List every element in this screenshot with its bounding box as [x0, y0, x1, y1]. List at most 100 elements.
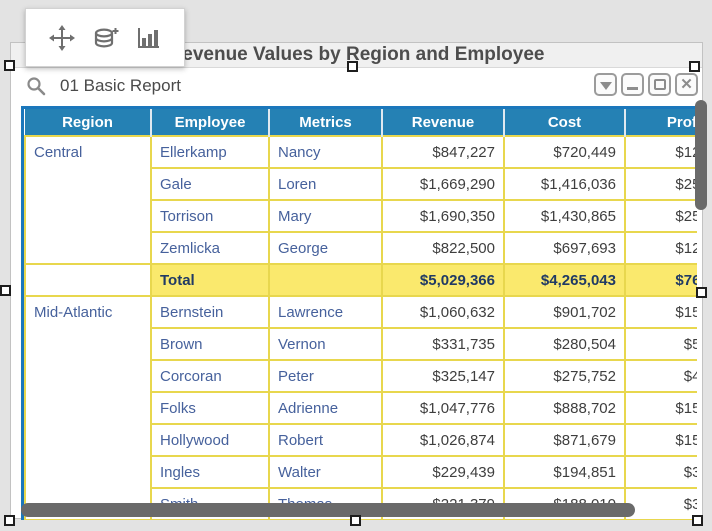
cell-employee[interactable]: Folks	[151, 392, 269, 424]
selection-handle-top-middle[interactable]	[347, 61, 358, 72]
column-header-employee[interactable]: Employee	[151, 109, 269, 136]
cell-profit[interactable]: $155,195	[625, 424, 697, 456]
cell-profit[interactable]: $33,369	[625, 488, 697, 520]
selection-handle-top-right[interactable]	[689, 61, 700, 72]
close-icon: ✕	[680, 77, 693, 92]
report-widget: Revenue Values by Region and Employee 01…	[10, 42, 703, 519]
table-row: Mid-AtlanticBernsteinLawrence$1,060,632$…	[25, 296, 697, 328]
cell-profit[interactable]: $49,395	[625, 360, 697, 392]
cell-metrics[interactable]: Peter	[269, 360, 382, 392]
minimize-button[interactable]	[621, 73, 644, 96]
report-table-viewport: Region Employee Metrics Revenue Cost Pro…	[21, 106, 697, 520]
cell-profit[interactable]: $158,930	[625, 296, 697, 328]
cell-cost[interactable]: $888,702	[504, 392, 625, 424]
cell-revenue[interactable]: $325,147	[382, 360, 504, 392]
cell-metrics[interactable]: Loren	[269, 168, 382, 200]
cell-profit[interactable]: $259,485	[625, 200, 697, 232]
maximize-button[interactable]	[648, 73, 671, 96]
cell-region[interactable]: Mid-Atlantic	[25, 296, 151, 520]
chevron-down-icon	[600, 82, 612, 90]
cell-employee[interactable]: Bernstein	[151, 296, 269, 328]
column-header-profit[interactable]: Profit	[625, 109, 697, 136]
cell-revenue[interactable]: $822,500	[382, 232, 504, 264]
cell-revenue[interactable]: $847,227	[382, 136, 504, 168]
table-row: CentralEllerkampNancy$847,227$720,449$12…	[25, 136, 697, 168]
bar-chart-icon[interactable]	[134, 24, 162, 52]
cell-metrics[interactable]: Adrienne	[269, 392, 382, 424]
cell-cost[interactable]: $720,449	[504, 136, 625, 168]
selection-handle-bottom-middle[interactable]	[350, 515, 361, 526]
cell-revenue[interactable]: $331,735	[382, 328, 504, 360]
widget-mini-toolbar	[25, 8, 185, 67]
cell-employee[interactable]: Ingles	[151, 456, 269, 488]
cell-employee[interactable]: Torrison	[151, 200, 269, 232]
column-header-cost[interactable]: Cost	[504, 109, 625, 136]
move-icon[interactable]	[48, 24, 76, 52]
minimize-icon	[627, 87, 638, 90]
column-header-region[interactable]: Region	[25, 109, 151, 136]
cell-metrics[interactable]: George	[269, 232, 382, 264]
cell-metrics[interactable]: Lawrence	[269, 296, 382, 328]
selection-handle-bottom-left[interactable]	[4, 515, 15, 526]
cell-metrics[interactable]: Robert	[269, 424, 382, 456]
window-controls: ✕	[594, 73, 698, 96]
cell-profit[interactable]: $253,254	[625, 168, 697, 200]
selection-handle-top-left[interactable]	[4, 60, 15, 71]
cell-metrics[interactable]: Mary	[269, 200, 382, 232]
report-table: Region Employee Metrics Revenue Cost Pro…	[24, 109, 697, 520]
cell-revenue[interactable]: $1,690,350	[382, 200, 504, 232]
data-source-icon[interactable]	[91, 24, 119, 52]
vertical-scrollbar[interactable]	[695, 100, 707, 210]
cell-total-profit[interactable]: $764,323	[625, 264, 697, 296]
close-button[interactable]: ✕	[675, 73, 698, 96]
cell-cost[interactable]: $275,752	[504, 360, 625, 392]
selection-handle-middle-right[interactable]	[696, 287, 707, 298]
cell-cost[interactable]: $901,702	[504, 296, 625, 328]
dropdown-button[interactable]	[594, 73, 617, 96]
cell-profit[interactable]: $51,231	[625, 328, 697, 360]
cell-region[interactable]: Central	[25, 136, 151, 264]
cell-metrics[interactable]: Walter	[269, 456, 382, 488]
selection-handle-bottom-right[interactable]	[692, 515, 703, 526]
cell-cost[interactable]: $194,851	[504, 456, 625, 488]
cell-revenue[interactable]: $229,439	[382, 456, 504, 488]
cell-profit[interactable]: $34,588	[625, 456, 697, 488]
selection-handle-middle-left[interactable]	[0, 285, 11, 296]
report-toolbar: 01 Basic Report ✕	[11, 69, 702, 103]
report-table-frame: Region Employee Metrics Revenue Cost Pro…	[21, 106, 697, 520]
cell-revenue[interactable]: $1,026,874	[382, 424, 504, 456]
table-total-row: Total $5,029,366$4,265,043$764,323	[25, 264, 697, 296]
cell-employee[interactable]: Brown	[151, 328, 269, 360]
cell-metrics[interactable]: Vernon	[269, 328, 382, 360]
cell-profit[interactable]: $124,807	[625, 232, 697, 264]
cell-total-revenue[interactable]: $5,029,366	[382, 264, 504, 296]
cell-cost[interactable]: $1,416,036	[504, 168, 625, 200]
cell-cost[interactable]: $1,430,865	[504, 200, 625, 232]
cell-cost[interactable]: $697,693	[504, 232, 625, 264]
cell-profit[interactable]: $159,074	[625, 392, 697, 424]
horizontal-scrollbar[interactable]	[21, 503, 635, 517]
dashboard-canvas: { "float_toolbar": { "icons": [ { "name"…	[0, 0, 712, 531]
cell-employee[interactable]: Zemlicka	[151, 232, 269, 264]
cell-cost[interactable]: $871,679	[504, 424, 625, 456]
cell-region-empty[interactable]	[25, 264, 151, 296]
table-header-row: Region Employee Metrics Revenue Cost Pro…	[25, 109, 697, 136]
report-name: 01 Basic Report	[60, 76, 181, 96]
cell-revenue[interactable]: $1,047,776	[382, 392, 504, 424]
cell-employee[interactable]: Gale	[151, 168, 269, 200]
cell-revenue[interactable]: $1,669,290	[382, 168, 504, 200]
cell-metrics[interactable]: Nancy	[269, 136, 382, 168]
search-icon[interactable]	[26, 76, 46, 96]
cell-employee[interactable]: Ellerkamp	[151, 136, 269, 168]
cell-cost[interactable]: $280,504	[504, 328, 625, 360]
column-header-metrics[interactable]: Metrics	[269, 109, 382, 136]
cell-revenue[interactable]: $1,060,632	[382, 296, 504, 328]
cell-total-cost[interactable]: $4,265,043	[504, 264, 625, 296]
cell-total-label[interactable]: Total	[151, 264, 269, 296]
column-header-revenue[interactable]: Revenue	[382, 109, 504, 136]
cell-profit[interactable]: $126,778	[625, 136, 697, 168]
cell-employee[interactable]: Hollywood	[151, 424, 269, 456]
cell-employee[interactable]: Corcoran	[151, 360, 269, 392]
cell-metrics-empty[interactable]	[269, 264, 382, 296]
maximize-icon	[654, 79, 666, 90]
